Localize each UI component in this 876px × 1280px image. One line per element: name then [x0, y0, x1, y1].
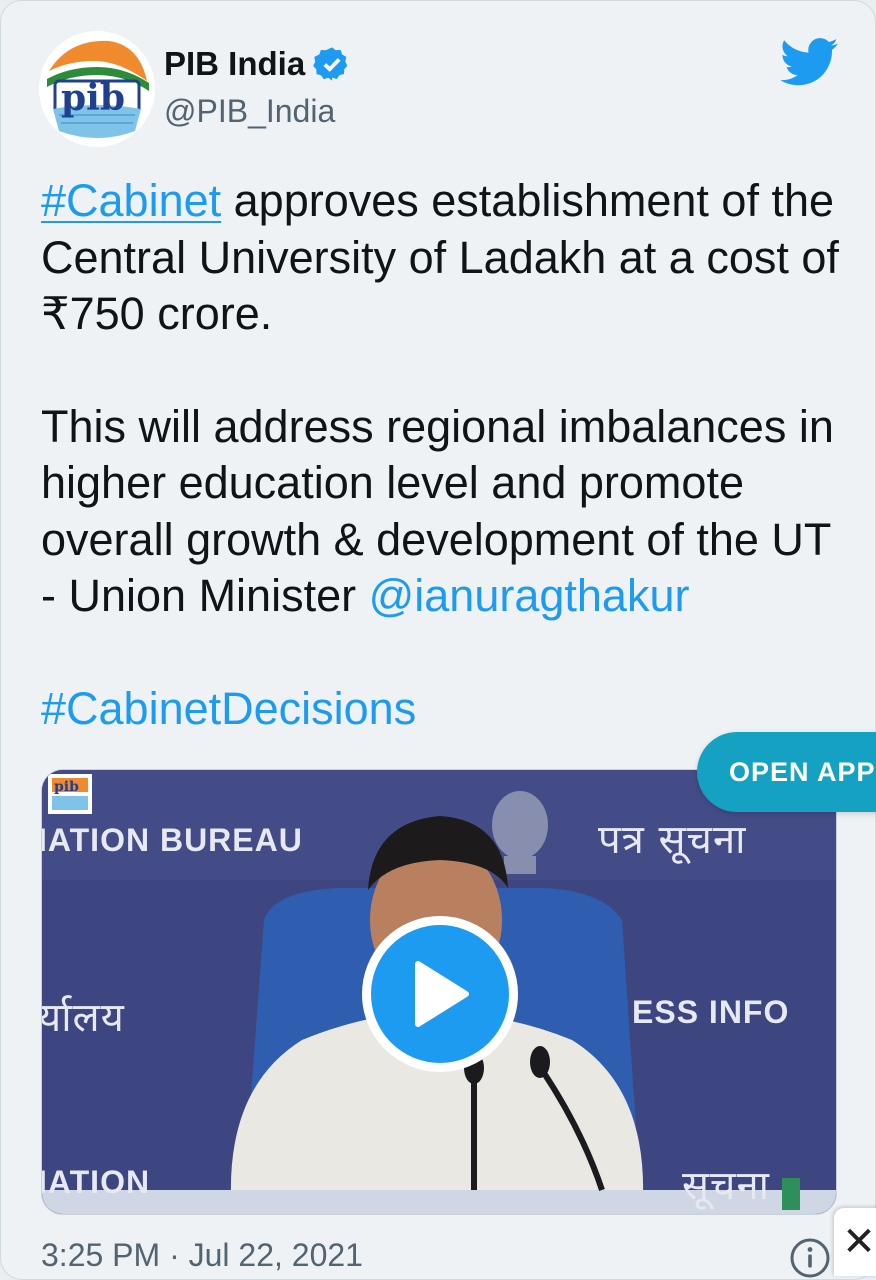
tweet-paragraph-3: #CabinetDecisions	[41, 681, 841, 738]
tweet-timestamp[interactable]: 3:25 PM · Jul 22, 2021	[41, 1237, 363, 1274]
svg-text:pib: pib	[54, 779, 79, 795]
avatar-logo-text: pib	[61, 77, 126, 119]
profile-avatar[interactable]: pib	[39, 31, 155, 147]
pib-watermark-icon: pib	[48, 774, 92, 814]
display-name[interactable]: PIB India	[164, 45, 351, 83]
open-app-button[interactable]: OPEN APP	[697, 732, 876, 812]
tweet-card: pib PIB India @PIB_India #Cabinet approv…	[0, 0, 876, 1280]
display-name-text: PIB India	[164, 45, 306, 82]
verified-badge-icon	[313, 47, 348, 81]
twitter-bird-icon[interactable]	[781, 37, 839, 87]
hashtag-cabinet-decisions-link[interactable]: #CabinetDecisions	[41, 683, 416, 734]
mention-link[interactable]: @ianuragthakur	[369, 570, 690, 621]
info-icon[interactable]	[789, 1237, 831, 1279]
tweet-paragraph-1: #Cabinet approves establishment of the C…	[41, 173, 841, 343]
hashtag-cabinet-link[interactable]: #Cabinet	[41, 175, 221, 226]
play-icon	[415, 961, 469, 1027]
wall-text-bottom-right: सूचना	[682, 1163, 770, 1209]
wall-text-mid-left: र्यालय	[41, 995, 125, 1041]
wall-text-top-right: पत्र सूचना	[598, 817, 747, 863]
tweet-paragraph-2: This will address regional imbalances in…	[41, 399, 841, 625]
close-icon[interactable]: ✕	[834, 1208, 876, 1276]
wall-text-top-left: IATION BUREAU	[41, 822, 303, 858]
play-button[interactable]	[362, 916, 518, 1072]
tweet-text: #Cabinet approves establishment of the C…	[41, 173, 841, 793]
video-thumbnail[interactable]: pib IATION BUREAU पत्र सूचना र्यालय ESS …	[41, 769, 837, 1215]
user-handle[interactable]: @PIB_India	[164, 93, 335, 130]
wall-text-bottom-left: IATION	[41, 1164, 151, 1200]
wall-text-mid-right: ESS INFO	[632, 994, 790, 1030]
